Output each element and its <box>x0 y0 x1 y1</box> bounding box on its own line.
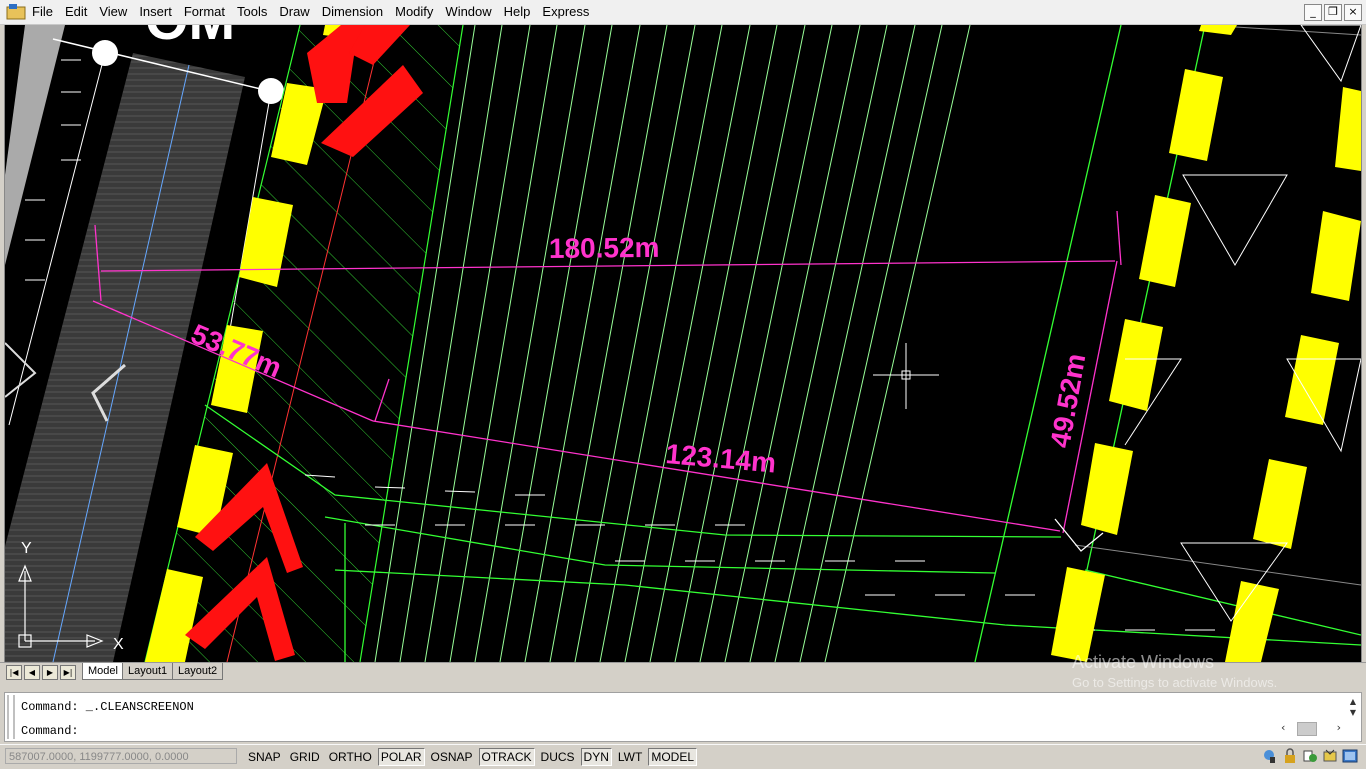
layout-tab-bar: |◀ ◀ ▶ ▶| Model Layout1 Layout2 <box>0 662 1366 681</box>
tab-last-button[interactable]: ▶| <box>60 665 76 680</box>
annotation-scale-icon[interactable] <box>1302 748 1318 764</box>
tab-first-button[interactable]: |◀ <box>6 665 22 680</box>
toggle-ortho[interactable]: ORTHO <box>326 748 375 766</box>
crosshair-cursor <box>873 343 939 409</box>
menu-help[interactable]: Help <box>498 0 537 24</box>
toggle-dyn[interactable]: DYN <box>580 748 612 766</box>
comm-center-icon[interactable] <box>1262 748 1278 764</box>
toggle-snap[interactable]: SNAP <box>245 748 284 766</box>
toggle-grid[interactable]: GRID <box>287 748 323 766</box>
tab-layout1[interactable]: Layout1 <box>122 663 174 680</box>
menu-window[interactable]: Window <box>439 0 497 24</box>
scroll-thumb[interactable] <box>1297 722 1317 736</box>
command-window: Command: _.CLEANSCREENON Command: ▲ ▼ ‹ › <box>4 692 1362 742</box>
lock-icon[interactable] <box>1282 748 1298 764</box>
window-controls: _ ❐ × <box>1304 4 1362 21</box>
menu-format[interactable]: Format <box>178 0 231 24</box>
menu-modify[interactable]: Modify <box>389 0 439 24</box>
dimension-bottom[interactable]: 123.14m <box>664 438 777 479</box>
toggle-model[interactable]: MODEL <box>648 748 698 766</box>
workspace-icon[interactable] <box>1322 748 1338 764</box>
menu-dimension[interactable]: Dimension <box>316 0 389 24</box>
dimension-top[interactable]: 180.52m <box>549 232 660 264</box>
menu-items: File Edit View Insert Format Tools Draw … <box>26 0 595 24</box>
command-history: Command: _.CLEANSCREENON <box>21 700 194 714</box>
command-horizontal-scrollbar[interactable]: ‹ › <box>1281 721 1341 736</box>
toggle-polar[interactable]: POLAR <box>377 748 425 766</box>
menu-express[interactable]: Express <box>536 0 595 24</box>
tab-layout2[interactable]: Layout2 <box>172 663 224 680</box>
ucs-x-label: X <box>113 636 124 653</box>
menu-edit[interactable]: Edit <box>59 0 93 24</box>
menu-file[interactable]: File <box>26 0 59 24</box>
cad-drawing: OM <box>5 25 1361 662</box>
status-tray <box>1262 748 1358 764</box>
ucs-y-label: Y <box>21 540 32 557</box>
restore-button[interactable]: ❐ <box>1324 4 1342 21</box>
menu-bar: File Edit View Insert Format Tools Draw … <box>0 0 1366 25</box>
scroll-right-icon[interactable]: › <box>1337 721 1341 734</box>
autocad-app-icon[interactable] <box>6 3 26 20</box>
status-bar: 587007.0000, 1199777.0000, 0.0000 SNAP G… <box>0 744 1366 769</box>
menu-draw[interactable]: Draw <box>273 0 315 24</box>
tab-prev-button[interactable]: ◀ <box>24 665 40 680</box>
dimension-right[interactable]: 49.52m <box>1044 351 1091 450</box>
coordinate-readout[interactable]: 587007.0000, 1199777.0000, 0.0000 <box>5 748 237 764</box>
toggle-osnap[interactable]: OSNAP <box>428 748 476 766</box>
toggle-ducs[interactable]: DUCS <box>538 748 578 766</box>
scroll-left-icon[interactable]: ‹ <box>1281 721 1285 734</box>
command-vertical-scrollbar[interactable]: ▲ ▼ <box>1347 696 1359 718</box>
drafting-toggles: SNAP GRID ORTHO POLAR OSNAP OTRACK DUCS … <box>245 748 698 766</box>
clean-screen-icon[interactable] <box>1342 748 1358 764</box>
command-prompt[interactable]: Command: <box>21 724 79 738</box>
menu-view[interactable]: View <box>93 0 133 24</box>
toggle-lwt[interactable]: LWT <box>615 748 645 766</box>
minimize-button[interactable]: _ <box>1304 4 1322 21</box>
svg-text:OM: OM <box>145 25 235 51</box>
close-button[interactable]: × <box>1344 4 1362 21</box>
tab-model[interactable]: Model <box>82 663 124 680</box>
tab-next-button[interactable]: ▶ <box>42 665 58 680</box>
white-triangles <box>1124 25 1361 622</box>
drawing-canvas[interactable]: OM <box>4 25 1362 662</box>
toggle-otrack[interactable]: OTRACK <box>478 748 535 766</box>
command-window-grip[interactable] <box>7 695 15 739</box>
menu-insert[interactable]: Insert <box>133 0 178 24</box>
menu-tools[interactable]: Tools <box>231 0 273 24</box>
